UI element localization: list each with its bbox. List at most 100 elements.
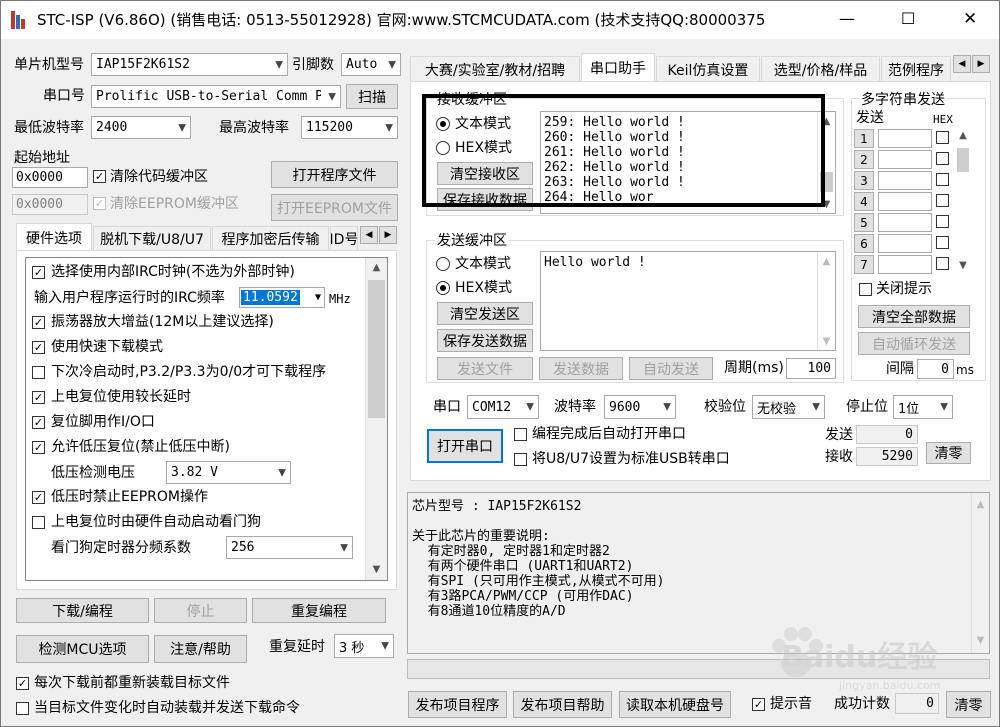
right-tab-scroll-right-icon[interactable]: ▶ [972, 55, 990, 73]
multi-send-row-button[interactable]: 3 [854, 171, 874, 190]
scrollbar-thumb[interactable] [368, 280, 385, 418]
tab-scroll-left-icon[interactable]: ◀ [360, 226, 378, 244]
tab-offline-download[interactable]: 脱机下载/U8/U7 [93, 226, 211, 251]
tab-contest-lab[interactable]: 大赛/实验室/教材/招聘 [410, 56, 580, 82]
scroll-up-icon[interactable]: ▲ [366, 260, 387, 276]
publish-program-button[interactable]: 发布项目程序 [408, 691, 507, 718]
options-scrollbar[interactable]: ▲ ▼ [365, 258, 387, 580]
multi-hex-checkbox[interactable] [936, 152, 949, 165]
port-select[interactable]: Prolific USB-to-Serial Comm Port ▼ [91, 85, 341, 108]
low-voltage-select[interactable]: 3.82 V ▼ [166, 461, 291, 484]
publish-help-button[interactable]: 发布项目帮助 [513, 691, 612, 718]
multi-string-input[interactable] [878, 234, 932, 253]
maximize-icon[interactable]: ☐ [901, 10, 915, 28]
scroll-up-icon[interactable]: ▲ [818, 254, 835, 270]
multi-hex-checkbox[interactable] [936, 194, 949, 207]
multi-string-input[interactable] [878, 192, 932, 211]
option-reset-io-checkbox[interactable]: ✓ [32, 416, 45, 429]
stop-button[interactable]: 停止 [154, 598, 247, 623]
com-select[interactable]: COM12 ▼ [467, 395, 539, 419]
auto-load-checkbox[interactable] [16, 702, 29, 715]
help-button[interactable]: 注意/帮助 [154, 635, 247, 663]
option-watchdog-checkbox[interactable] [32, 516, 45, 529]
tab-serial-assistant[interactable]: 串口助手 [581, 53, 655, 82]
option-eeprom-lock-checkbox[interactable]: ✓ [32, 491, 45, 504]
multi-send-row-button[interactable]: 5 [854, 213, 874, 232]
code-address-input[interactable]: 0x0000 [12, 167, 88, 188]
send-file-button[interactable]: 发送文件 [437, 357, 533, 380]
min-baud-select[interactable]: 2400 ▼ [91, 116, 191, 139]
tab-encrypted-transfer[interactable]: 程序加密后传输 [212, 226, 329, 251]
multi-string-scrollbar[interactable]: ▲ ▼ [955, 128, 971, 274]
save-send-button[interactable]: 保存发送数据 [437, 329, 533, 352]
send-scrollbar[interactable]: ▲ ▼ [817, 252, 835, 350]
tab-keil-settings[interactable]: Keil仿真设置 [656, 56, 760, 82]
read-disk-button[interactable]: 读取本机硬盘号 [619, 691, 731, 718]
usb-serial-checkbox[interactable] [514, 453, 527, 466]
reload-target-checkbox[interactable]: ✓ [16, 677, 29, 690]
auto-open-port-checkbox[interactable] [514, 428, 527, 441]
multi-send-row-button[interactable]: 1 [854, 129, 874, 148]
clear-eeprom-checkbox[interactable]: ✓ [93, 197, 106, 210]
close-hint-checkbox[interactable] [859, 283, 872, 296]
right-tab-scroll-left-icon[interactable]: ◀ [953, 55, 971, 73]
auto-send-button[interactable]: 自动发送 [629, 357, 713, 380]
minimize-icon[interactable]: — [839, 10, 855, 28]
tab-examples[interactable]: 范例程序 [881, 56, 951, 82]
irc-frequency-input[interactable]: 11.0592 ▼ [239, 287, 325, 308]
multi-send-row-button[interactable]: 4 [854, 192, 874, 211]
detect-mcu-button[interactable]: 检测MCU选项 [16, 635, 149, 663]
multi-send-row-button[interactable]: 7 [854, 255, 874, 274]
max-baud-select[interactable]: 115200 ▼ [301, 116, 398, 139]
clear-all-data-button[interactable]: 清空全部数据 [858, 305, 970, 328]
clear-send-button[interactable]: 清空发送区 [437, 302, 533, 325]
multi-string-input[interactable] [878, 171, 932, 190]
info-scrollbar[interactable]: ▲ ▼ [971, 493, 989, 653]
multi-string-input[interactable] [878, 129, 932, 148]
scroll-down-icon[interactable]: ▼ [818, 334, 835, 350]
baud-select[interactable]: 9600 ▼ [604, 395, 676, 419]
option-internal-irc-checkbox[interactable]: ✓ [32, 266, 45, 279]
open-port-button[interactable]: 打开串口 [427, 429, 503, 463]
open-program-file-button[interactable]: 打开程序文件 [271, 161, 398, 188]
scroll-up-icon[interactable]: ▲ [955, 128, 971, 144]
multi-hex-checkbox[interactable] [936, 215, 949, 228]
interval-input[interactable]: 0 [917, 359, 954, 379]
scan-button[interactable]: 扫描 [346, 84, 398, 109]
eeprom-address-input[interactable]: 0x0000 [12, 194, 88, 215]
clear-code-checkbox[interactable]: ✓ [93, 170, 106, 183]
download-program-button[interactable]: 下载/编程 [16, 598, 149, 623]
open-eeprom-file-button[interactable]: 打开EEPROM文件 [271, 194, 398, 221]
repeat-program-button[interactable]: 重复编程 [252, 598, 386, 623]
mcu-type-select[interactable]: IAP15F2K61S2 ▼ [91, 53, 288, 76]
scroll-down-icon[interactable]: ▼ [366, 562, 387, 578]
option-long-delay-checkbox[interactable]: ✓ [32, 391, 45, 404]
multi-string-input[interactable] [878, 150, 932, 169]
multi-string-input[interactable] [878, 213, 932, 232]
parity-select[interactable]: 无校验 ▼ [752, 395, 825, 419]
send-hex-mode-radio[interactable] [436, 281, 450, 295]
clear-count-button[interactable]: 清零 [926, 442, 971, 464]
repeat-delay-select[interactable]: 3 秒 ▼ [334, 634, 394, 658]
tab-id-number[interactable]: ID号 [330, 226, 358, 251]
multi-hex-checkbox[interactable] [936, 257, 949, 270]
multi-send-row-button[interactable]: 2 [854, 150, 874, 169]
multi-hex-checkbox[interactable] [936, 131, 949, 144]
option-low-voltage-reset-checkbox[interactable]: ✓ [32, 441, 45, 454]
tab-scroll-right-icon[interactable]: ▶ [379, 226, 397, 244]
option-amp-gain-checkbox[interactable]: ✓ [32, 316, 45, 329]
watchdog-divider-select[interactable]: 256 ▼ [226, 536, 353, 559]
tab-selection-price[interactable]: 选型/价格/样品 [761, 56, 880, 82]
send-textarea[interactable]: Hello world ! ▲ ▼ [540, 251, 836, 351]
send-data-button[interactable]: 发送数据 [539, 357, 623, 380]
scroll-down-icon[interactable]: ▼ [955, 258, 971, 274]
period-input[interactable]: 100 [786, 358, 836, 379]
pins-select[interactable]: Auto ▼ [341, 53, 401, 76]
scroll-up-icon[interactable]: ▲ [972, 497, 989, 513]
auto-loop-send-button[interactable]: 自动循环发送 [858, 332, 970, 355]
multi-send-row-button[interactable]: 6 [854, 234, 874, 253]
multi-string-input[interactable] [878, 255, 932, 274]
close-icon[interactable]: ✕ [963, 10, 977, 28]
scrollbar-thumb[interactable] [957, 148, 969, 172]
tab-hardware-options[interactable]: 硬件选项 [16, 223, 92, 251]
